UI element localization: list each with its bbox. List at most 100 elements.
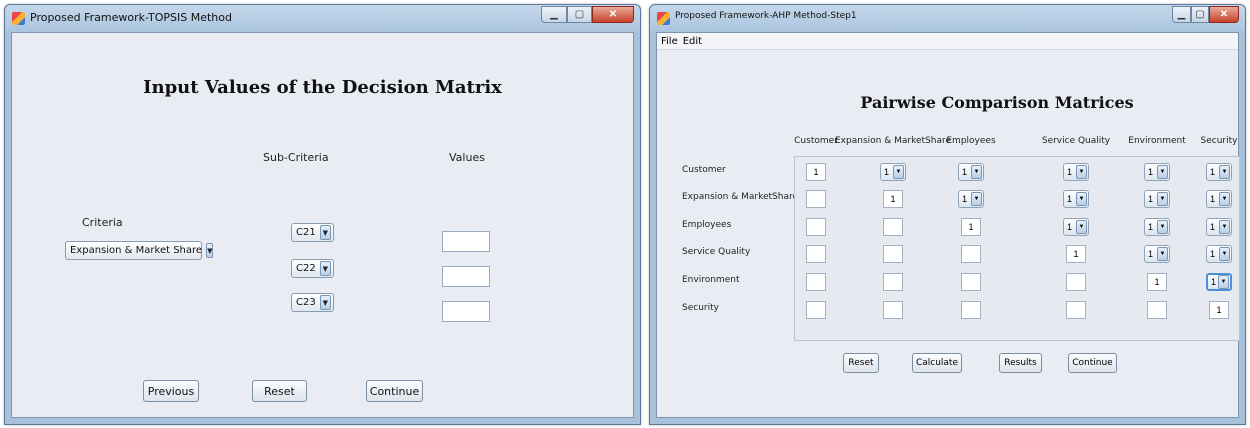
comparison-dropdown[interactable]: 1 ▼: [958, 190, 984, 208]
chevron-down-icon: ▼: [971, 165, 982, 179]
matrix-cell[interactable]: [883, 273, 903, 291]
row-label: Security: [682, 303, 719, 313]
comparison-dropdown[interactable]: 1 ▼: [880, 163, 906, 181]
matrix-cell[interactable]: [883, 245, 903, 263]
minimize-icon[interactable]: ▁: [541, 6, 567, 23]
criteria-dropdown[interactable]: Expansion & Market Share ▼: [65, 241, 214, 260]
value-field[interactable]: [442, 266, 490, 287]
sub-criteria-selected: C21: [296, 227, 316, 238]
dropdown-value: 1: [1211, 277, 1217, 287]
column-header: Environment: [1128, 136, 1186, 146]
value-field[interactable]: [442, 231, 490, 252]
matrix-cell[interactable]: [1066, 301, 1086, 319]
diagonal-cell[interactable]: 1: [806, 163, 826, 181]
close-icon[interactable]: ✕: [592, 6, 634, 23]
matrix-cell[interactable]: [1147, 301, 1167, 319]
diagonal-cell[interactable]: 1: [961, 218, 981, 236]
dropdown-value: 1: [962, 167, 968, 177]
menu-edit[interactable]: Edit: [683, 36, 702, 47]
reset-button[interactable]: Reset: [843, 353, 879, 373]
menu-file[interactable]: File: [661, 36, 678, 47]
chevron-down-icon: ▼: [1219, 247, 1230, 261]
matrix-cell[interactable]: [961, 273, 981, 291]
close-icon[interactable]: ✕: [1209, 6, 1239, 23]
reset-button[interactable]: Reset: [252, 380, 307, 402]
sub-criteria-header: Sub-Criteria: [263, 151, 329, 164]
title-bar[interactable]: Proposed Framework-TOPSIS Method ▁ ▢ ✕: [5, 5, 640, 31]
sub-criteria-dropdown[interactable]: C22 ▼: [291, 259, 334, 278]
chevron-down-icon: ▼: [1157, 247, 1168, 261]
comparison-dropdown[interactable]: 1 ▼: [1144, 163, 1170, 181]
comparison-dropdown[interactable]: 1 ▼: [1206, 163, 1232, 181]
comparison-dropdown[interactable]: 1 ▼: [1144, 245, 1170, 263]
chevron-down-icon: ▼: [1157, 192, 1168, 206]
comparison-dropdown[interactable]: 1 ▼: [1063, 218, 1089, 236]
criteria-selected: Expansion & Market Share: [70, 245, 203, 256]
matrix-cell[interactable]: [806, 273, 826, 291]
sub-criteria-selected: C23: [296, 297, 316, 308]
diagonal-cell[interactable]: 1: [1209, 301, 1229, 319]
dropdown-value: 1: [1148, 194, 1154, 204]
chevron-down-icon: ▼: [319, 225, 331, 240]
chevron-down-icon: ▼: [1076, 220, 1087, 234]
sub-criteria-dropdown[interactable]: C23 ▼: [291, 293, 334, 312]
previous-button[interactable]: Previous: [143, 380, 199, 402]
dropdown-value: 1: [1148, 222, 1154, 232]
results-button[interactable]: Results: [999, 353, 1042, 373]
matrix-cell[interactable]: [961, 245, 981, 263]
matrix-cell[interactable]: [806, 301, 826, 319]
row-label: Employees: [682, 220, 732, 230]
dropdown-value: 1: [1210, 249, 1216, 259]
page-title: Input Values of the Decision Matrix: [143, 77, 502, 98]
column-header: Expansion & MarketShare: [835, 136, 951, 146]
continue-button[interactable]: Continue: [366, 380, 423, 402]
matrix-cell[interactable]: [883, 218, 903, 236]
maximize-icon[interactable]: ▢: [567, 6, 592, 23]
sub-criteria-dropdown[interactable]: C21 ▼: [291, 223, 334, 242]
continue-button[interactable]: Continue: [1068, 353, 1117, 373]
diagonal-cell[interactable]: 1: [883, 190, 903, 208]
matrix-cell[interactable]: [806, 218, 826, 236]
window-title: Proposed Framework-TOPSIS Method: [30, 11, 232, 24]
topsis-window: Proposed Framework-TOPSIS Method ▁ ▢ ✕ I…: [4, 4, 641, 425]
chevron-down-icon: ▼: [206, 243, 214, 258]
matrix-cell[interactable]: [1066, 273, 1086, 291]
comparison-dropdown[interactable]: 1 ▼: [1144, 218, 1170, 236]
row-label: Service Quality: [682, 247, 751, 257]
column-header: Employees: [946, 136, 996, 146]
matrix-cell[interactable]: [806, 245, 826, 263]
dropdown-value: 1: [1148, 249, 1154, 259]
comparison-dropdown[interactable]: 1 ▼: [1206, 190, 1232, 208]
comparison-dropdown[interactable]: 1 ▼: [1206, 245, 1232, 263]
column-header: Customer: [794, 136, 838, 146]
diagonal-cell[interactable]: 1: [1066, 245, 1086, 263]
dropdown-value: 1: [884, 167, 890, 177]
row-label: Environment: [682, 275, 740, 285]
dropdown-value: 1: [1067, 194, 1073, 204]
dropdown-value: 1: [1067, 222, 1073, 232]
diagonal-cell[interactable]: 1: [1147, 273, 1167, 291]
title-bar[interactable]: Proposed Framework-AHP Method-Step1 ▁ ▢ …: [650, 5, 1245, 31]
content-pane: File Edit Pairwise Comparison Matrices C…: [656, 32, 1240, 418]
dropdown-value: 1: [1210, 194, 1216, 204]
comparison-dropdown[interactable]: 1 ▼: [1063, 163, 1089, 181]
dropdown-value: 1: [962, 194, 968, 204]
comparison-dropdown[interactable]: 1 ▼: [1063, 190, 1089, 208]
matrix-cell[interactable]: [883, 301, 903, 319]
comparison-dropdown[interactable]: 1 ▼: [958, 163, 984, 181]
calculate-button[interactable]: Calculate: [912, 353, 962, 373]
maximize-icon[interactable]: ▢: [1191, 6, 1209, 23]
chevron-down-icon: ▼: [1219, 220, 1230, 234]
minimize-icon[interactable]: ▁: [1172, 6, 1191, 23]
matrix-cell[interactable]: [961, 301, 981, 319]
value-field[interactable]: [442, 301, 490, 322]
comparison-dropdown[interactable]: 1 ▼: [1144, 190, 1170, 208]
content-pane: Input Values of the Decision Matrix Sub-…: [11, 32, 634, 418]
row-label: Expansion & MarketShare: [682, 192, 798, 202]
comparison-dropdown[interactable]: 1 ▼: [1206, 273, 1232, 291]
chevron-down-icon: ▼: [1076, 165, 1087, 179]
matrix-cell[interactable]: [806, 190, 826, 208]
row-label: Customer: [682, 165, 726, 175]
comparison-dropdown[interactable]: 1 ▼: [1206, 218, 1232, 236]
chevron-down-icon: ▼: [1157, 165, 1168, 179]
